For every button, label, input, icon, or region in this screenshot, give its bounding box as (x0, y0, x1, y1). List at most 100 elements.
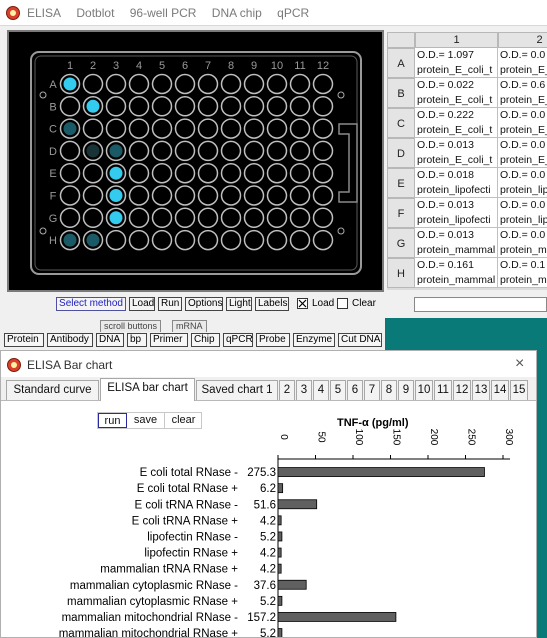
plate-well[interactable] (266, 162, 288, 184)
plate-well[interactable] (243, 229, 265, 251)
plate-well[interactable] (59, 207, 81, 229)
plate-well[interactable] (197, 96, 219, 117)
plate-well[interactable] (197, 140, 219, 162)
dna-button[interactable]: DNA (96, 333, 124, 347)
table-cell[interactable]: O.D.= 0.0 protein_ma (498, 228, 547, 258)
table-cell[interactable]: O.D.= 0.6 protein_E_ (498, 78, 547, 108)
plate-well[interactable] (243, 185, 265, 206)
plate-well[interactable] (289, 185, 311, 206)
plate-well[interactable] (128, 73, 150, 95)
plate-well[interactable] (151, 140, 173, 162)
labels-button[interactable]: Labels (255, 297, 289, 311)
chart-tab[interactable]: ELISA bar chart (100, 378, 195, 401)
plate-well[interactable] (128, 96, 150, 117)
chip-button[interactable]: Chip (191, 333, 220, 347)
plate-well[interactable] (312, 118, 334, 139)
plate-well[interactable] (197, 207, 219, 229)
plate-well[interactable] (128, 162, 150, 184)
status-field[interactable] (414, 297, 547, 312)
plate-well[interactable] (82, 73, 104, 95)
menu-96well-pcr[interactable]: 96-well PCR (130, 6, 197, 20)
menu-qpcr[interactable]: qPCR (277, 6, 309, 20)
table-cell[interactable]: O.D.= 0.0 protein_E_ (498, 48, 547, 78)
plate-well[interactable] (289, 96, 311, 117)
bar[interactable] (277, 499, 318, 510)
plate-well[interactable] (151, 229, 173, 251)
plate-well[interactable] (220, 185, 242, 206)
plate-well[interactable] (151, 185, 173, 206)
bar[interactable] (277, 515, 282, 526)
plate-well[interactable] (243, 140, 265, 162)
bar[interactable] (277, 579, 307, 590)
chart-tab[interactable]: 11 (434, 380, 452, 400)
chart-tab[interactable]: Saved chart 1 (196, 380, 278, 400)
plate-well[interactable] (105, 229, 127, 251)
close-icon[interactable]: × (515, 355, 524, 373)
plate-well[interactable] (105, 96, 127, 117)
plate-well[interactable] (174, 185, 196, 206)
plate-well[interactable] (312, 73, 334, 95)
plate-well[interactable] (220, 96, 242, 117)
chart-tab[interactable]: 6 (347, 380, 363, 400)
chart-tab[interactable]: 5 (330, 380, 346, 400)
plate-well[interactable] (289, 207, 311, 229)
plate-well[interactable] (174, 140, 196, 162)
plate-well[interactable] (243, 162, 265, 184)
plate-well[interactable] (151, 162, 173, 184)
options-button[interactable]: Options (185, 297, 223, 311)
plate-well[interactable] (312, 140, 334, 162)
plate-well[interactable] (312, 229, 334, 251)
plate-well[interactable] (82, 118, 104, 139)
table-cell[interactable]: O.D.= 1.097 protein_E_coli_t (415, 48, 498, 78)
table-cell[interactable]: O.D.= 0.013 protein_E_coli_t (415, 138, 498, 168)
table-cell[interactable]: O.D.= 0.022 protein_E_coli_t (415, 78, 498, 108)
plate-well[interactable] (128, 185, 150, 206)
chart-tab[interactable]: 8 (381, 380, 397, 400)
plate-well[interactable] (220, 162, 242, 184)
plate-well[interactable] (266, 140, 288, 162)
tab-mrna[interactable]: mRNA (172, 320, 207, 332)
table-cell[interactable]: O.D.= 0.018 protein_lipofecti (415, 168, 498, 198)
bar[interactable] (277, 547, 282, 558)
plate-well[interactable] (151, 73, 173, 95)
plate-well[interactable] (82, 185, 104, 206)
plate-well[interactable] (243, 73, 265, 95)
plate-well[interactable] (174, 229, 196, 251)
chart-tab[interactable]: Standard curve (6, 380, 99, 400)
plate-well[interactable] (197, 118, 219, 139)
plate-well[interactable] (243, 118, 265, 139)
plate-well[interactable] (197, 229, 219, 251)
chart-tab[interactable]: 14 (491, 380, 509, 400)
plate-well[interactable] (289, 118, 311, 139)
chart-tab[interactable]: 9 (398, 380, 414, 400)
menu-dna-chip[interactable]: DNA chip (212, 6, 262, 20)
plate-well[interactable] (59, 185, 81, 206)
plate-well[interactable] (151, 96, 173, 117)
plate-well[interactable] (105, 73, 127, 95)
run-button[interactable]: Run (158, 297, 182, 311)
probe-button[interactable]: Probe (256, 333, 290, 347)
plate-well[interactable] (312, 162, 334, 184)
antibody-button[interactable]: Antibody (47, 333, 93, 347)
menu-elisa[interactable]: ELISA (27, 6, 61, 20)
table-cell[interactable]: O.D.= 0.161 protein_mammal (415, 258, 498, 288)
plate-well[interactable] (82, 162, 104, 184)
plate-well[interactable] (59, 96, 81, 117)
bar[interactable] (277, 628, 283, 637)
plate-well[interactable] (174, 96, 196, 117)
clear-checkbox[interactable] (337, 298, 348, 309)
plate-well[interactable] (220, 140, 242, 162)
chart-tab[interactable]: 3 (296, 380, 312, 400)
plate-well[interactable] (312, 96, 334, 117)
table-cell[interactable]: O.D.= 0.0 protein_lip (498, 198, 547, 228)
bar[interactable] (277, 467, 485, 477)
plate-well[interactable] (266, 207, 288, 229)
chart-tab[interactable]: 7 (364, 380, 380, 400)
primer-button[interactable]: Primer (150, 333, 188, 347)
plate-well[interactable] (174, 162, 196, 184)
plate-well[interactable] (220, 73, 242, 95)
plate-well[interactable] (174, 73, 196, 95)
plate-well[interactable] (289, 73, 311, 95)
plate-well[interactable] (82, 207, 104, 229)
qpcr-button[interactable]: qPCR (223, 333, 253, 347)
